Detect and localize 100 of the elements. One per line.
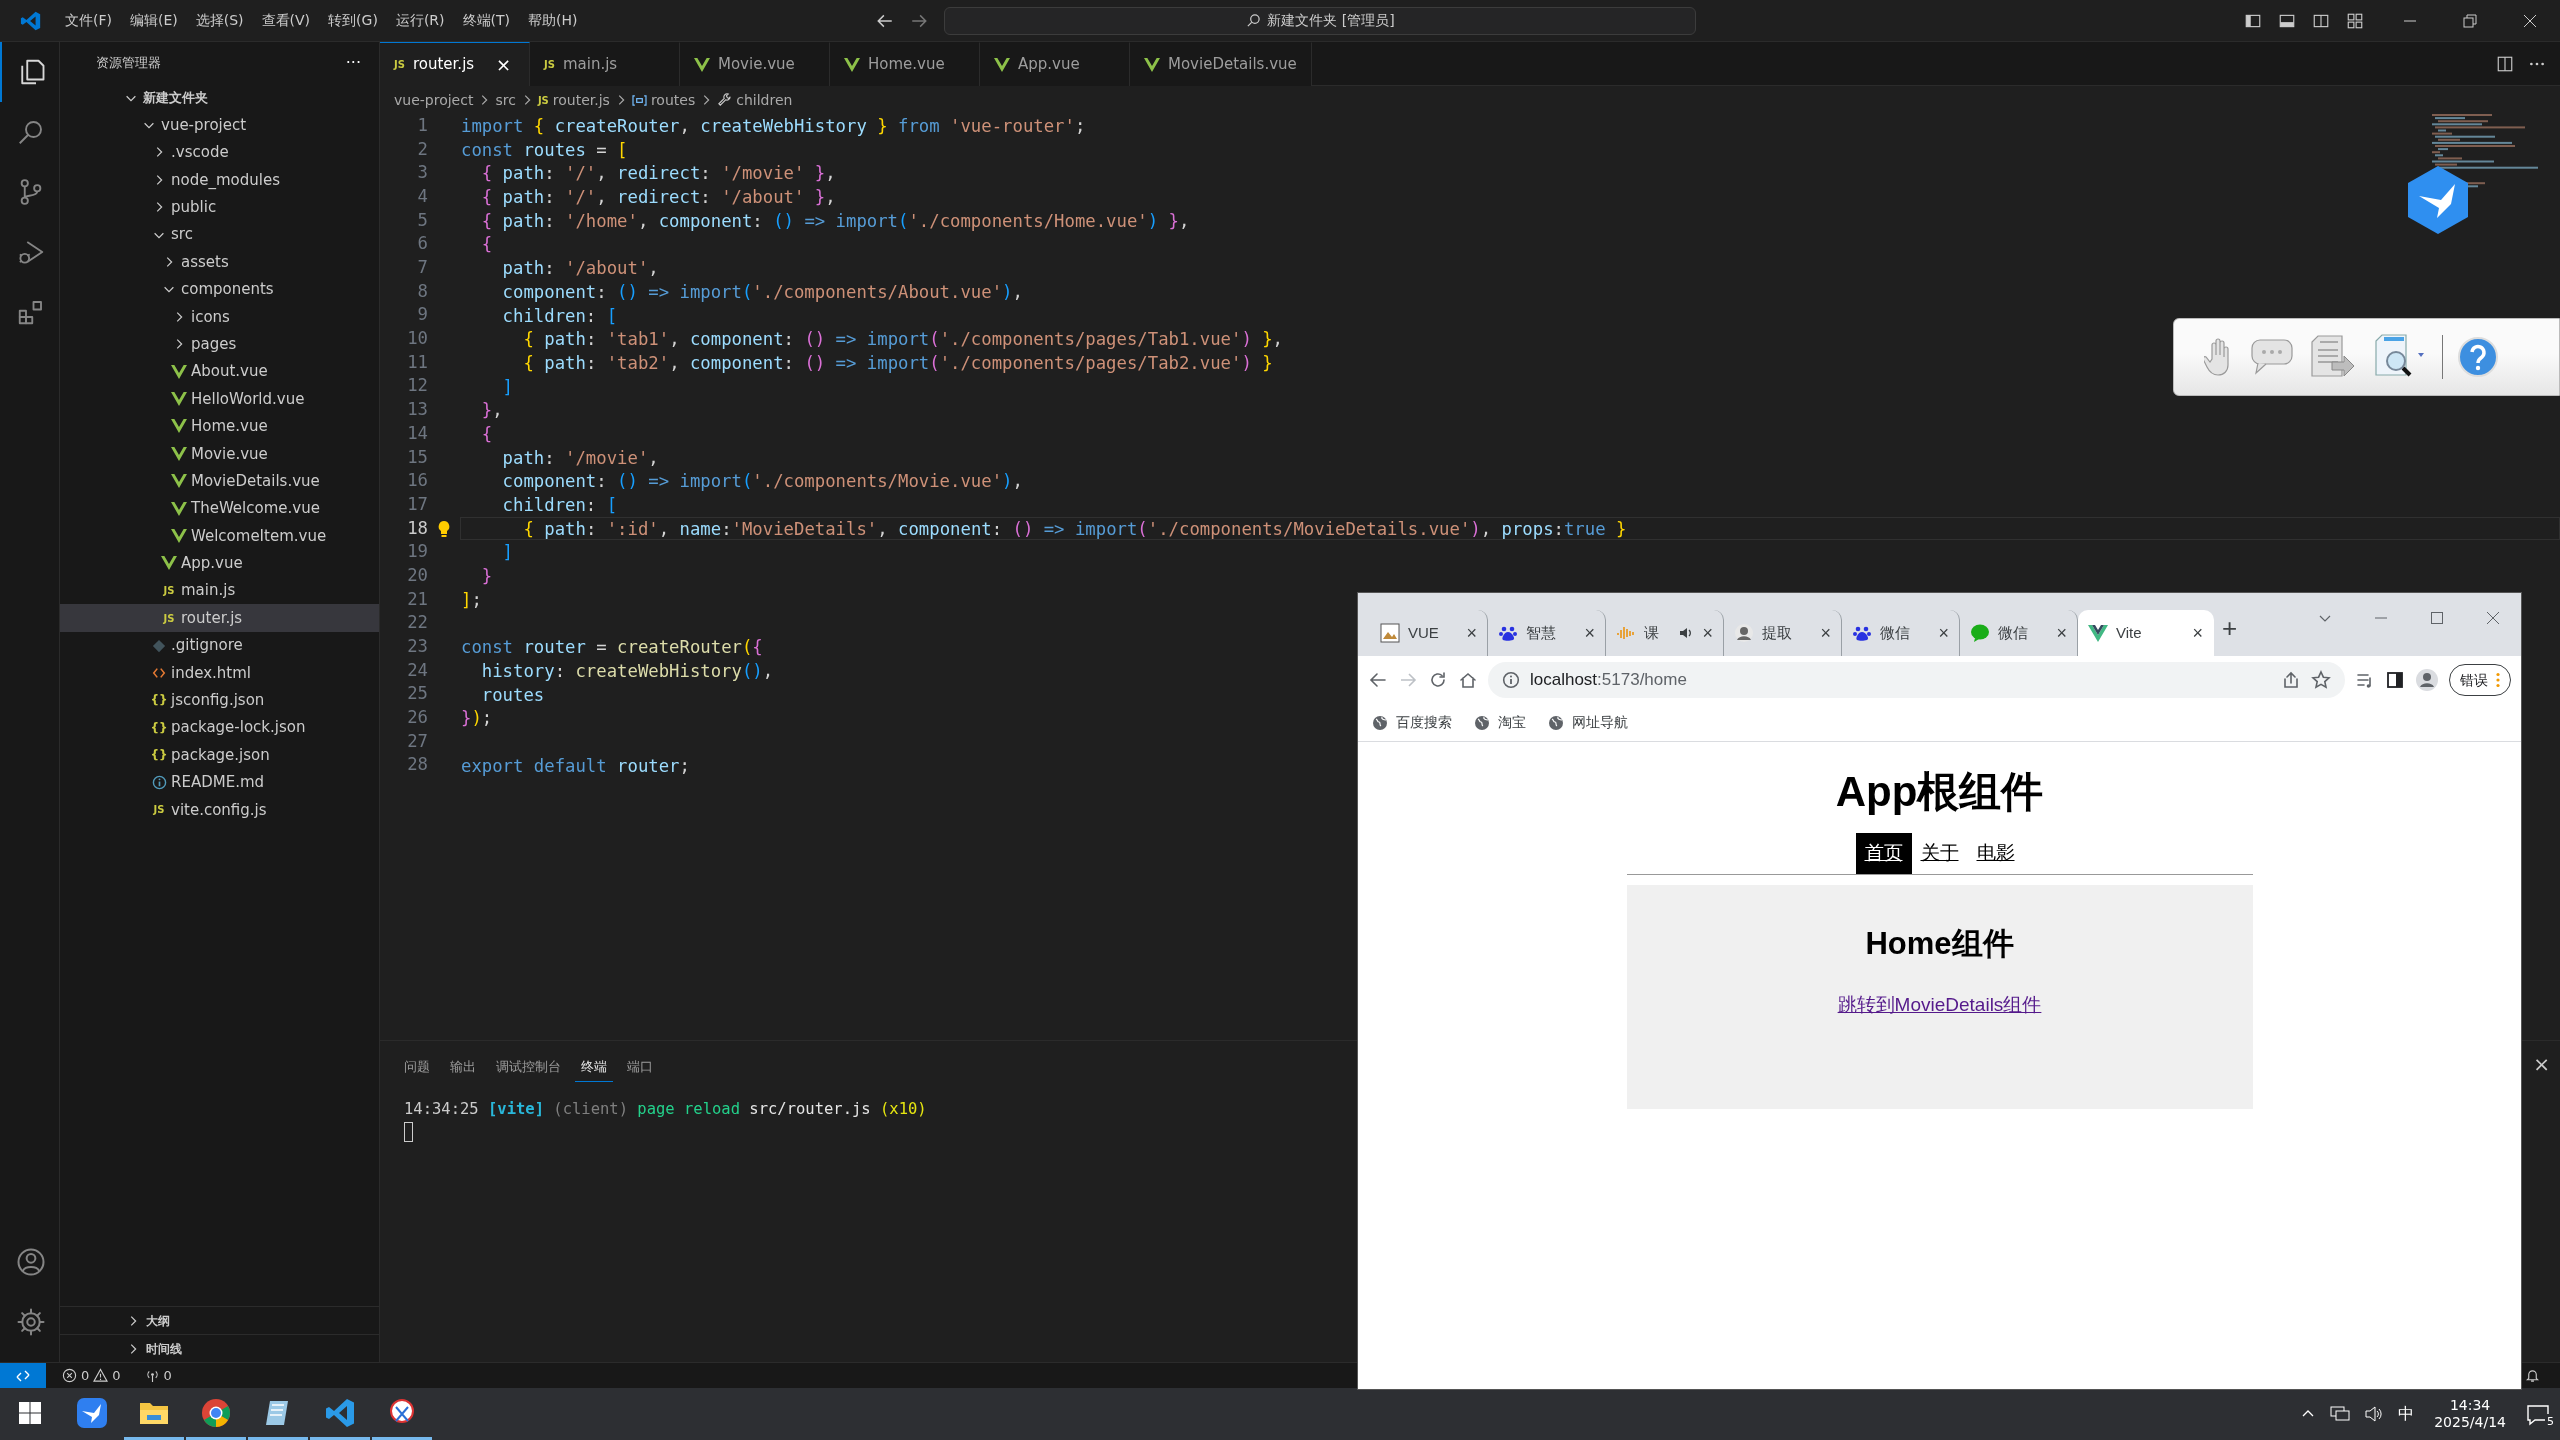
bookmark[interactable]: 网址导航 xyxy=(1548,712,1628,733)
nav-link[interactable]: 关于 xyxy=(1911,833,1968,874)
tree-item[interactable]: MovieDetails.vue xyxy=(60,467,379,495)
tree-item[interactable]: JS router.js xyxy=(60,604,379,632)
new-tab-button[interactable]: + xyxy=(2222,609,2238,648)
tree-item[interactable]: node_modules xyxy=(60,166,379,194)
clock-button[interactable]: 14:34 2025/4/14 xyxy=(2428,1395,2512,1433)
nav-link[interactable]: 电影 xyxy=(1967,833,2024,874)
tree-item[interactable]: Movie.vue xyxy=(60,440,379,468)
tree-item[interactable]: .vscode xyxy=(60,138,379,167)
panel-tab[interactable]: 输出 xyxy=(444,1053,482,1082)
more-button[interactable]: ··· xyxy=(345,51,361,75)
tree-item[interactable]: index.html xyxy=(60,659,379,687)
panel-tab[interactable]: 终端 xyxy=(575,1053,613,1082)
tree-item[interactable]: JS vite.config.js xyxy=(60,796,379,824)
close-button[interactable]: × xyxy=(2533,1049,2550,1079)
bookmark[interactable]: 淘宝 xyxy=(1474,712,1526,733)
editor-tab[interactable]: App.vue xyxy=(980,42,1130,86)
tree-item[interactable]: icons xyxy=(60,303,379,331)
remote-button[interactable] xyxy=(0,1362,46,1389)
editor-tab[interactable]: Movie.vue xyxy=(680,42,830,86)
network-icon[interactable] xyxy=(2330,1405,2351,1423)
close-button[interactable]: × xyxy=(1938,619,1949,647)
close-button[interactable]: × xyxy=(2056,619,2067,647)
menu-item[interactable]: 选择(S) xyxy=(186,6,253,35)
tree-item[interactable]: src xyxy=(60,220,379,249)
menu-item[interactable]: 转到(G) xyxy=(319,6,387,35)
menu-item[interactable]: 终端(T) xyxy=(453,6,519,35)
browser-tab[interactable]: 智慧 × xyxy=(1488,610,1606,656)
back-arrow-icon[interactable] xyxy=(1368,670,1388,690)
close-icon[interactable] xyxy=(2485,610,2501,626)
close-button[interactable]: × xyxy=(1702,619,1713,647)
details-link[interactable]: 跳转到MovieDetails组件 xyxy=(1837,991,2042,1020)
close-button[interactable]: × xyxy=(496,51,512,78)
tree-item[interactable]: .gitignore xyxy=(60,631,379,660)
tree-item[interactable]: vue-project xyxy=(60,111,379,139)
grid-layout-icon[interactable] xyxy=(2346,11,2364,30)
tree-item[interactable]: {} package-lock.json xyxy=(60,714,379,742)
reload-icon[interactable] xyxy=(1428,670,1448,690)
tree-item[interactable]: components xyxy=(60,275,379,304)
tree-item[interactable]: About.vue xyxy=(60,357,379,386)
breadcrumb-item[interactable]: children xyxy=(717,89,793,111)
nav-link[interactable]: 首页 xyxy=(1855,833,1912,874)
editor-tab[interactable]: JS main.js xyxy=(530,42,680,86)
tree-item[interactable]: WelcomeItem.vue xyxy=(60,522,379,550)
menu-item[interactable]: 编辑(E) xyxy=(121,6,187,35)
bookmark[interactable]: 百度搜索 xyxy=(1372,712,1452,733)
close-button[interactable]: × xyxy=(2192,619,2203,647)
menu-item[interactable]: 运行(R) xyxy=(386,6,454,35)
editor-tab[interactable]: Home.vue xyxy=(830,42,980,86)
profile-icon[interactable] xyxy=(2415,668,2439,692)
close-icon[interactable] xyxy=(2522,12,2538,29)
breadcrumb-item[interactable]: routes xyxy=(631,89,696,111)
volume-icon[interactable] xyxy=(2364,1405,2385,1423)
close-button[interactable]: × xyxy=(1820,619,1831,647)
browser-tab[interactable]: Vite × xyxy=(2078,610,2214,656)
tree-item[interactable]: pages xyxy=(60,330,379,358)
home-icon[interactable] xyxy=(1458,670,1478,690)
side-panel-icon[interactable] xyxy=(2385,670,2405,690)
tree-item[interactable]: {} jsconfig.json xyxy=(60,686,379,714)
restore-icon[interactable] xyxy=(2462,12,2478,29)
tree-item[interactable]: Home.vue xyxy=(60,412,379,441)
browser-tab[interactable]: 微信 × xyxy=(1842,610,1960,656)
ports-button[interactable]: 0 xyxy=(144,1365,172,1386)
tree-item[interactable]: App.vue xyxy=(60,549,379,578)
search-field[interactable]: 新建文件夹 [管理员] xyxy=(944,6,1697,35)
editor-tab[interactable]: JS router.js × xyxy=(380,42,530,86)
menu-item[interactable]: 文件(F) xyxy=(56,6,121,35)
panel-tab[interactable]: 端口 xyxy=(621,1053,659,1082)
error-button[interactable]: 错误 xyxy=(2449,664,2511,696)
star-icon[interactable] xyxy=(2311,670,2331,690)
tree-item[interactable]: JS main.js xyxy=(60,577,379,605)
tree-item[interactable]: README.md xyxy=(60,768,379,797)
help-icon[interactable] xyxy=(2457,336,2499,378)
panel-tab[interactable]: 问题 xyxy=(398,1053,436,1082)
section-header[interactable]: 新建文件夹 xyxy=(60,84,379,112)
editor-tab[interactable]: MovieDetails.vue xyxy=(1130,42,1312,86)
menu-item[interactable]: 帮助(H) xyxy=(519,6,587,35)
tree-item[interactable]: {} package.json xyxy=(60,741,379,769)
breadcrumb-item[interactable]: vue-project xyxy=(394,89,474,111)
bell-icon[interactable] xyxy=(2525,1368,2540,1383)
browser-tab[interactable]: 提取 × xyxy=(1724,610,1842,656)
tree-item[interactable]: assets xyxy=(60,248,379,276)
tree-item[interactable]: TheWelcome.vue xyxy=(60,494,379,523)
split-editor-icon[interactable] xyxy=(2496,55,2514,73)
panel-tab[interactable]: 调试控制台 xyxy=(490,1053,567,1082)
breadcrumb-item[interactable]: src xyxy=(495,89,516,111)
breadcrumb-item[interactable]: JS router.js xyxy=(537,89,610,111)
address-field[interactable]: localhost:5173/home xyxy=(1488,662,2345,698)
tree-item[interactable]: HelloWorld.vue xyxy=(60,385,379,413)
browser-tab[interactable]: VUE × xyxy=(1370,610,1488,656)
input-method-button[interactable]: 中 xyxy=(2398,1402,2415,1426)
menu-item[interactable]: 查看(V) xyxy=(252,6,320,35)
section-header[interactable]: 大纲 xyxy=(60,1306,379,1334)
tree-item[interactable]: public xyxy=(60,193,379,221)
maximize-icon[interactable] xyxy=(2429,610,2445,626)
close-button[interactable]: × xyxy=(1584,619,1595,647)
share-icon[interactable] xyxy=(2281,670,2301,690)
close-button[interactable]: × xyxy=(1466,619,1477,647)
browser-tab[interactable]: 课 × xyxy=(1606,610,1724,656)
